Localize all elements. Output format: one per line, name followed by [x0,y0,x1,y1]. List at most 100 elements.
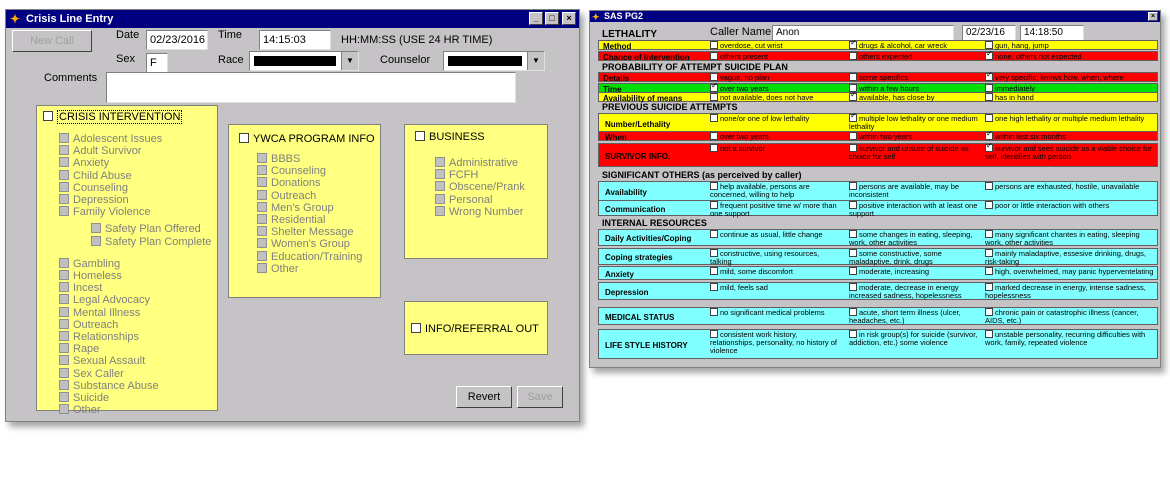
unchecked-checkbox[interactable] [710,132,718,140]
unchecked-checkbox[interactable] [985,41,993,49]
ywca-item-checkbox[interactable]: Education/Training [257,250,362,263]
sas-option-checkbox[interactable]: others present [710,52,842,61]
sas-option-checkbox[interactable]: acute, short term illness (ulcer, headac… [849,308,981,325]
sas-option-checkbox[interactable]: continue as usual, little change [710,230,842,239]
unchecked-checkbox[interactable] [985,249,993,257]
checked-checkbox[interactable] [985,130,993,140]
unchecked-checkbox[interactable] [710,308,718,316]
sas-option-checkbox[interactable]: none/or one of low lethality [710,114,842,123]
unchecked-checkbox[interactable] [985,201,993,209]
crisis-item-checkbox[interactable]: Sexual Assault [59,355,145,367]
sas-option-checkbox[interactable]: none, others not expected [985,50,1155,61]
business-checkbox[interactable]: BUSINESS [415,131,485,143]
unchecked-checkbox[interactable] [710,182,718,190]
sas-option-checkbox[interactable]: positive interaction with at least one s… [849,201,981,218]
unchecked-checkbox[interactable] [710,114,718,122]
sas-option-checkbox[interactable]: gun, hang, jump [985,41,1155,50]
sas-option-checkbox[interactable]: some specifics [849,73,981,82]
date-input[interactable]: 02/23/16 [962,25,1016,41]
unchecked-checkbox[interactable] [985,93,993,101]
unchecked-checkbox[interactable] [710,283,718,291]
crisis-item-checkbox[interactable]: Homeless [59,270,122,282]
sas-option-checkbox[interactable]: consistent work history, relationships, … [710,330,842,355]
sas-option-checkbox[interactable]: survivor and sees suicide as a viable ch… [985,142,1155,161]
maximize-button[interactable]: □ [545,12,559,25]
unchecked-checkbox[interactable] [710,249,718,257]
safety-plan-checkbox[interactable]: Safety Plan Complete [91,235,211,248]
sas-option-checkbox[interactable]: available, has close by [849,91,981,102]
sas-option-checkbox[interactable]: mild, some discomfort [710,267,842,276]
ywca-item-checkbox[interactable]: Counseling [257,165,326,177]
sas-option-checkbox[interactable]: frequent positive time w/ more than one … [710,201,842,218]
unchecked-checkbox[interactable] [710,144,718,152]
unchecked-checkbox[interactable] [710,201,718,209]
sas-option-checkbox[interactable]: persons are exhausted, hostile, unavaila… [985,182,1155,191]
business-item-checkbox[interactable]: Personal [435,193,492,206]
crisis-item-checkbox[interactable]: Other [59,404,101,416]
sas-option-checkbox[interactable]: help available, persons are concerned, w… [710,182,842,199]
chevron-down-icon[interactable]: ▼ [527,52,544,70]
ywca-item-checkbox[interactable]: Outreach [257,189,316,202]
sex-input[interactable]: F [146,53,168,73]
counselor-select[interactable]: ▼ [443,51,545,71]
sas-option-checkbox[interactable]: poor or little interaction with others [985,201,1155,210]
ywca-item-checkbox[interactable]: BBBS [257,153,300,165]
sas-option-checkbox[interactable]: multiple low lethality or one medium let… [849,112,981,131]
business-item-checkbox[interactable]: FCFH [435,169,478,181]
unchecked-checkbox[interactable] [849,230,857,238]
info-referral-checkbox[interactable]: INFO/REFERRAL OUT [411,323,539,335]
ywca-item-checkbox[interactable]: Donations [257,177,321,189]
time-input[interactable]: 14:18:50 [1020,25,1084,41]
sas-option-checkbox[interactable]: in risk group(s) for suicide (survivor, … [849,330,981,347]
unchecked-checkbox[interactable] [710,93,718,101]
sas-option-checkbox[interactable]: moderate, increasing [849,267,981,276]
sas-option-checkbox[interactable]: constructive, using resources, talking [710,249,842,266]
crisis-item-checkbox[interactable]: Suicide [59,392,109,404]
ywca-item-checkbox[interactable]: Shelter Message [257,226,354,238]
checked-checkbox[interactable] [985,71,993,81]
unchecked-checkbox[interactable] [849,308,857,316]
ywca-program-checkbox[interactable]: YWCA PROGRAM INFO [239,133,375,145]
unchecked-checkbox[interactable] [985,84,993,92]
crisis-item-checkbox[interactable]: Adolescent Issues [59,133,162,145]
sas-option-checkbox[interactable]: vague, no plan [710,73,842,82]
crisis-item-checkbox[interactable]: Depression [59,194,129,206]
checked-checkbox[interactable] [849,91,857,101]
unchecked-checkbox[interactable] [985,267,993,275]
sas-option-checkbox[interactable]: many significant chantes in eating, slee… [985,230,1155,247]
crisis-item-checkbox[interactable]: Counseling [59,181,128,194]
unchecked-checkbox[interactable] [849,73,857,81]
unchecked-checkbox[interactable] [985,283,993,291]
unchecked-checkbox[interactable] [849,132,857,140]
chevron-down-icon[interactable]: ▼ [341,52,358,70]
crisis-item-checkbox[interactable]: Rape [59,343,99,355]
sas-option-checkbox[interactable]: mild, feels sad [710,283,842,292]
unchecked-checkbox[interactable] [710,330,718,338]
unchecked-checkbox[interactable] [710,230,718,238]
ywca-item-checkbox[interactable]: Other [257,262,299,275]
revert-button[interactable]: Revert [456,386,512,408]
unchecked-checkbox[interactable] [849,52,857,60]
sas-option-checkbox[interactable]: drugs & alcohol, car wreck [849,39,981,50]
crisis-item-checkbox[interactable]: Legal Advocacy [59,294,150,306]
checked-checkbox[interactable] [985,50,993,60]
sas-option-checkbox[interactable]: unstable personality, recurring difficul… [985,330,1155,347]
ywca-item-checkbox[interactable]: Women's Group [257,238,350,250]
sas-option-checkbox[interactable]: over two years [710,132,842,141]
sas-option-checkbox[interactable]: some constructive, some maladaptive, dri… [849,249,981,266]
unchecked-checkbox[interactable] [849,201,857,209]
business-item-checkbox[interactable]: Obscene/Prank [435,181,525,193]
unchecked-checkbox[interactable] [849,249,857,257]
crisis-item-checkbox[interactable]: Incest [59,282,102,294]
minimize-button[interactable]: _ [529,12,543,25]
sas-option-checkbox[interactable]: no significant medical problems [710,308,842,317]
checked-checkbox[interactable] [849,112,857,122]
business-item-checkbox[interactable]: Administrative [435,157,518,169]
unchecked-checkbox[interactable] [985,308,993,316]
crisis-item-checkbox[interactable]: Gambling [59,257,120,270]
ywca-item-checkbox[interactable]: Men's Group [257,201,334,214]
crisis-item-checkbox[interactable]: Sex Caller [59,367,124,380]
sas-option-checkbox[interactable]: has in hand [985,93,1155,102]
unchecked-checkbox[interactable] [710,73,718,81]
sas-option-checkbox[interactable]: overdose, cut wrist [710,41,842,50]
